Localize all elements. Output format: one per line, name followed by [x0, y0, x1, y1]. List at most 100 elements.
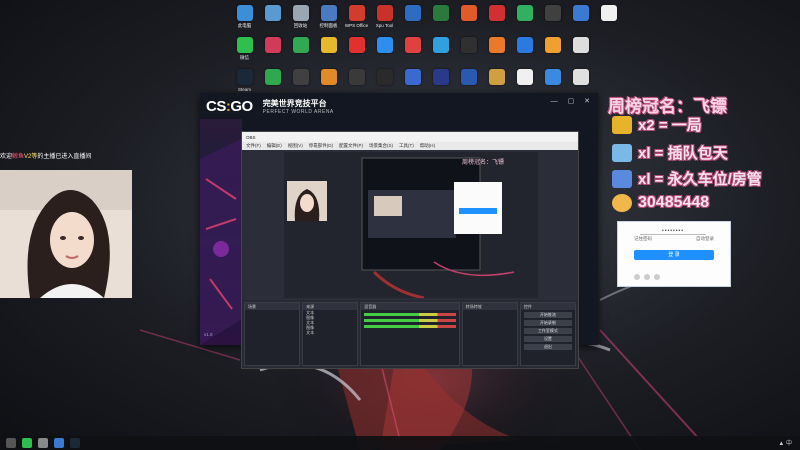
- desktop-shortcut[interactable]: [512, 2, 537, 34]
- controls-dock[interactable]: 控件 开始推流 开始录制 工作室模式 设置 退出: [519, 302, 577, 366]
- desktop-shortcut[interactable]: [456, 2, 481, 34]
- obs-menu-item[interactable]: 文件(F): [246, 143, 261, 149]
- obs-control-button[interactable]: 开始推流: [523, 312, 573, 318]
- login-button[interactable]: 登 录: [634, 250, 714, 260]
- brand-cn: 完美世界竞技平台: [262, 98, 327, 108]
- csgo-version: v1.0: [204, 332, 213, 337]
- desktop-shortcut[interactable]: [456, 34, 481, 66]
- desktop-shortcut[interactable]: [372, 34, 397, 66]
- csgo-header: CS:GO 完美世界竞技平台 PERFECT WORLD ARENA — ▢ ✕: [200, 93, 598, 119]
- shortcut-label: Steam: [237, 87, 251, 92]
- svg-text:周榜冠名：飞镖: 周榜冠名：飞镖: [462, 158, 504, 166]
- welcome-ticker: 欢迎鲸鱼V2等的主播已进入直播间: [0, 150, 132, 164]
- auto-login-checkbox[interactable]: 自动登录: [696, 236, 714, 242]
- app-icon: [292, 37, 309, 53]
- obs-control-button[interactable]: 设置: [523, 336, 573, 342]
- csgo-side-art: v1.0: [200, 119, 242, 345]
- obs-preview[interactable]: 周榜冠名：飞镖: [284, 152, 538, 298]
- obs-titlebar: OBS: [242, 132, 578, 142]
- alt-icon[interactable]: [654, 274, 660, 280]
- app-icon: [488, 69, 505, 85]
- gift-icon: [612, 143, 632, 162]
- app-icon: [488, 5, 505, 21]
- obs-control-button[interactable]: 退出: [523, 344, 573, 350]
- shortcut-label: 此电脑: [237, 23, 252, 28]
- sources-dock[interactable]: 来源 文本 图像 文本 图像 文本: [302, 302, 359, 366]
- obs-menu-item[interactable]: 视图(V): [288, 143, 303, 149]
- desktop-shortcut[interactable]: Xpu Tool: [372, 2, 397, 34]
- app-icon: [544, 69, 561, 85]
- preview-webcam: [287, 181, 327, 221]
- taskbar-app-icon[interactable]: [38, 438, 48, 448]
- scenes-dock[interactable]: 场景: [244, 302, 301, 366]
- desktop-shortcut[interactable]: [428, 34, 453, 66]
- steam-taskbar-icon[interactable]: [70, 438, 80, 448]
- window-controls[interactable]: — ▢ ✕: [551, 97, 594, 105]
- desktop-shortcut[interactable]: WPS Office: [344, 2, 369, 34]
- taskbar-app-icon[interactable]: [22, 438, 32, 448]
- app-icon: [320, 69, 337, 85]
- obs-window[interactable]: OBS 文件(F) 编辑(E) 视图(V) 停靠部件(D) 配置文件(P) 场景集合(S)…: [241, 131, 579, 369]
- obs-menu-item[interactable]: 停靠部件(D): [309, 143, 333, 149]
- app-icon: [236, 69, 253, 85]
- desktop-icon-grid: 此电脑 回收站 控制面板 WPS Office Xpu Tool 微信 Steam: [232, 2, 617, 98]
- obs-menu-item[interactable]: 帮助(H): [420, 143, 435, 149]
- desktop-shortcut[interactable]: [260, 2, 285, 34]
- desktop-shortcut[interactable]: 此电脑: [232, 2, 257, 34]
- desktop-shortcut[interactable]: 控制面板: [316, 2, 341, 34]
- app-icon: [376, 69, 393, 85]
- desktop-shortcut[interactable]: [428, 2, 453, 34]
- mixer-dock[interactable]: 混音器: [360, 302, 460, 366]
- desktop-shortcut[interactable]: [568, 2, 593, 34]
- app-icon: [460, 37, 477, 53]
- app-icon: [572, 37, 589, 53]
- obs-control-button[interactable]: 开始录制: [523, 320, 573, 326]
- app-icon: [460, 69, 477, 85]
- login-alt-icons: [634, 274, 660, 280]
- alt-icon[interactable]: [634, 274, 640, 280]
- desktop-shortcut[interactable]: [288, 34, 313, 66]
- desktop-shortcut[interactable]: [540, 2, 565, 34]
- desktop-shortcut[interactable]: [512, 34, 537, 66]
- app-icon: [404, 69, 421, 85]
- obs-menu-item[interactable]: 工具(T): [399, 143, 414, 149]
- start-icon[interactable]: [6, 438, 16, 448]
- webcam-feed: [0, 170, 132, 298]
- obs-menu-item[interactable]: 编辑(E): [267, 143, 282, 149]
- desktop-shortcut[interactable]: [484, 34, 509, 66]
- desktop-shortcut[interactable]: [400, 34, 425, 66]
- desktop-shortcut[interactable]: 回收站: [288, 2, 313, 34]
- csgo-logo: CS:GO: [206, 97, 253, 115]
- gift-rule-row: xl = 永久车位/房管: [612, 168, 762, 189]
- app-icon: [376, 37, 393, 53]
- obs-control-button[interactable]: 工作室模式: [523, 328, 573, 334]
- app-icon: [236, 5, 253, 21]
- obs-docks: 场景 来源 文本 图像 文本 图像 文本 混音器 转场特效 控件 开始推流 开始录制 工作室模式…: [242, 300, 578, 368]
- app-icon: [432, 5, 449, 21]
- app-icon: [404, 5, 421, 21]
- desktop-shortcut[interactable]: [260, 34, 285, 66]
- desktop-shortcut[interactable]: [316, 34, 341, 66]
- password-field[interactable]: ••••••••: [640, 228, 706, 235]
- app-icon: [348, 5, 365, 21]
- app-icon: [488, 37, 505, 53]
- remember-checkbox[interactable]: 记住密码: [634, 236, 652, 242]
- source-item[interactable]: 文本: [303, 330, 357, 335]
- desktop-shortcut[interactable]: [568, 34, 593, 66]
- obs-menu-item[interactable]: 配置文件(P): [339, 143, 363, 149]
- preview-recursion: 周榜冠名：飞镖: [284, 152, 538, 298]
- system-tray[interactable]: ▲ 中: [778, 438, 792, 447]
- app-icon: [516, 37, 533, 53]
- desktop-shortcut[interactable]: 微信: [232, 34, 257, 66]
- taskbar-app-icon[interactable]: [54, 438, 64, 448]
- desktop-shortcut[interactable]: [540, 34, 565, 66]
- obs-menu-item[interactable]: 场景集合(S): [369, 143, 393, 149]
- desktop-shortcut[interactable]: [484, 2, 509, 34]
- transitions-dock[interactable]: 转场特效: [461, 302, 518, 366]
- app-icon: [572, 69, 589, 85]
- qq-text: 30485448: [638, 194, 710, 211]
- desktop-shortcut[interactable]: [344, 34, 369, 66]
- desktop-shortcut[interactable]: [400, 2, 425, 34]
- alt-icon[interactable]: [644, 274, 650, 280]
- desktop-shortcut[interactable]: [596, 2, 621, 34]
